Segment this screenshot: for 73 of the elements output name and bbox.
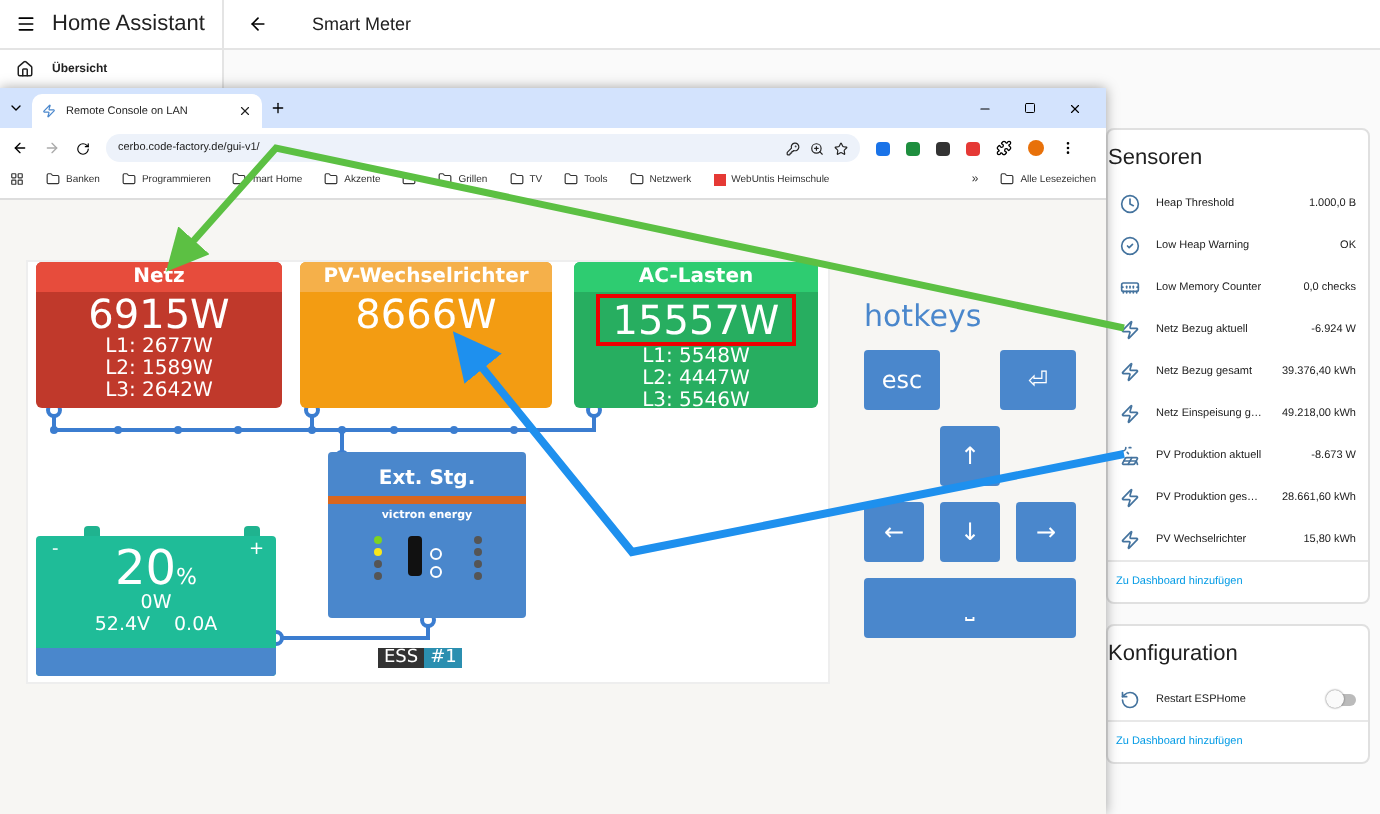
battery-terminal [84, 526, 100, 536]
state-of-charge: 20% [115, 544, 197, 592]
menu-icon[interactable] [16, 14, 36, 34]
phase-reading: L2: 1589W [105, 358, 213, 380]
tile-title: AC-Lasten [574, 262, 818, 292]
tab-favicon-icon [42, 104, 56, 118]
plus-sign: + [248, 540, 264, 560]
voltage-reading: 52.4V [94, 614, 151, 636]
lightning-icon [1120, 403, 1140, 423]
folder-icon[interactable] [324, 172, 339, 186]
toggle-switch[interactable] [1328, 693, 1356, 705]
clock-icon [1120, 193, 1140, 213]
folder-icon[interactable] [629, 172, 644, 186]
restart-icon [1120, 689, 1140, 709]
phase-reading: L1: 5548W [642, 346, 750, 368]
apps-icon[interactable] [10, 172, 24, 186]
hotkey-button[interactable]: ⎵ [864, 578, 1076, 638]
hotkey-button[interactable]: ← [864, 502, 924, 562]
close-icon[interactable] [238, 104, 252, 118]
profile-avatar[interactable] [1028, 140, 1044, 156]
folder-icon[interactable] [46, 172, 60, 186]
app-title: Home Assistant [52, 12, 205, 36]
phase-reading: L2: 4447W [642, 368, 750, 390]
lightning-icon [1120, 319, 1140, 339]
solar-panel-icon [1120, 445, 1140, 465]
new-tab-icon[interactable] [270, 100, 286, 116]
card-title: Sensoren [1108, 144, 1205, 174]
maximize-icon[interactable] [1024, 101, 1036, 113]
lightning-icon [1120, 361, 1140, 381]
folder-icon[interactable] [121, 172, 136, 186]
home-icon [16, 60, 34, 78]
power-reading: 15557W [612, 298, 780, 342]
lightning-icon [1120, 487, 1140, 507]
back-icon[interactable] [12, 140, 28, 156]
tile-title: Ext. Stg. [378, 468, 476, 490]
hotkey-button[interactable]: ↓ [940, 502, 1000, 562]
folder-icon[interactable] [509, 172, 524, 186]
folder-icon[interactable] [1000, 172, 1015, 186]
battery-terminal [244, 526, 260, 536]
tab-list-icon[interactable] [8, 100, 24, 116]
tile-title: Netz [36, 262, 282, 292]
folder-icon[interactable] [438, 172, 453, 186]
phase-reading: L3: 5546W [642, 390, 750, 408]
star-icon[interactable] [834, 141, 848, 155]
tile-title: PV-Wechselrichter [300, 262, 552, 292]
reload-icon[interactable] [76, 141, 90, 155]
memory-icon [1120, 277, 1140, 297]
power-reading: 8666W [355, 292, 497, 336]
key-icon[interactable] [786, 141, 800, 155]
phase-reading: L1: 2677W [105, 336, 213, 358]
close-icon[interactable] [1068, 101, 1082, 115]
site-icon[interactable] [713, 173, 726, 185]
hotkey-button[interactable]: ⏎ [1000, 350, 1076, 410]
phase-reading: L3: 2642W [105, 380, 213, 402]
zoom-icon[interactable] [810, 141, 824, 155]
hotkey-button[interactable]: → [1016, 502, 1076, 562]
hotkey-button[interactable]: ↑ [940, 426, 1000, 486]
folder-icon[interactable] [564, 172, 579, 186]
folder-icon[interactable] [232, 172, 247, 186]
power-reading: 0W [140, 592, 172, 614]
hotkey-button[interactable]: esc [864, 350, 940, 410]
card-title: Konfiguration [1108, 640, 1240, 670]
extension-icon[interactable] [936, 141, 950, 155]
hotkeys-title: hotkeys [864, 298, 984, 334]
page-title: Smart Meter [312, 14, 412, 34]
check-circle-icon [1120, 235, 1140, 255]
minus-sign: - [52, 540, 59, 560]
lightning-icon [1120, 529, 1140, 549]
grid-tile[interactable]: Netz 6915W L1: 2677W L2: 1589W L3: 2642W [36, 262, 282, 408]
power-reading: 6915W [88, 292, 230, 336]
back-icon[interactable] [248, 14, 268, 34]
extensions-icon[interactable] [996, 140, 1012, 156]
current-reading: 0.0A [174, 614, 218, 636]
